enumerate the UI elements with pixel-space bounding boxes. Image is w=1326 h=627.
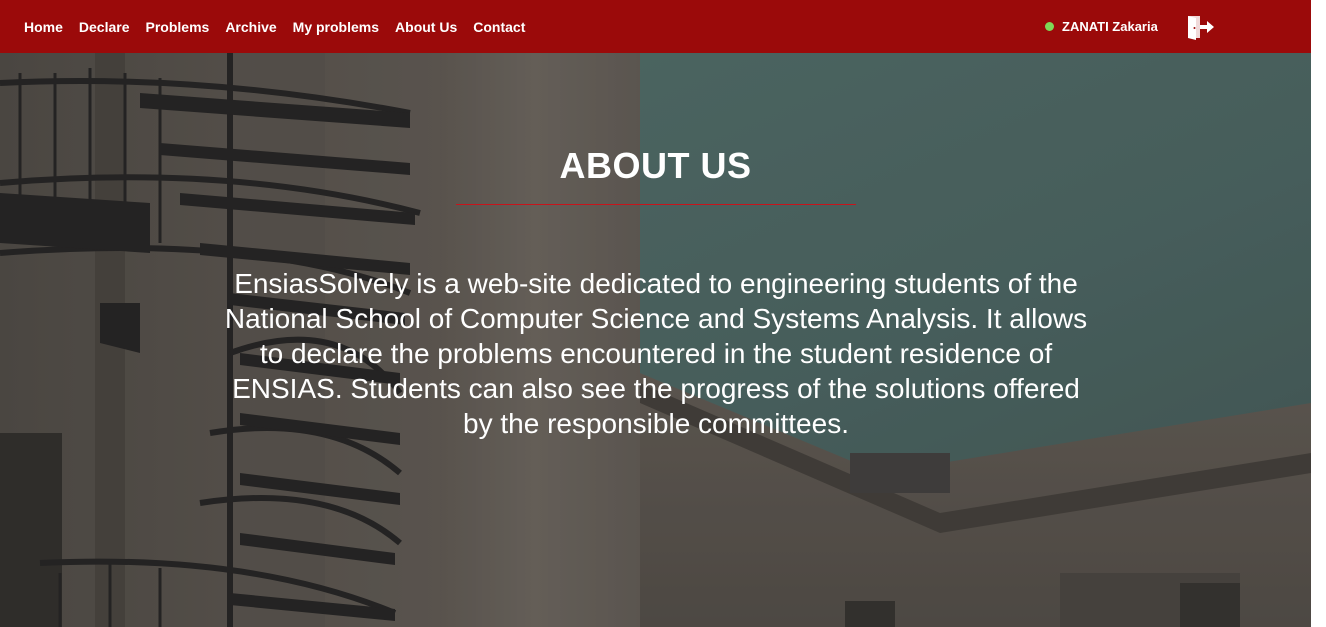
nav-contact-link[interactable]: Contact: [465, 19, 533, 35]
about-us-title: ABOUT US: [559, 145, 752, 186]
page: Home Declare Problems Archive My problem…: [0, 0, 1311, 627]
user-name: ZANATI Zakaria: [1062, 19, 1158, 34]
nav-declare-link[interactable]: Declare: [71, 19, 138, 35]
about-us-description: EnsiasSolvely is a web-site dedicated to…: [224, 268, 1088, 439]
nav-my-problems-link[interactable]: My problems: [285, 19, 387, 35]
user-area: ZANATI Zakaria: [1045, 0, 1158, 53]
nav-archive-link[interactable]: Archive: [217, 19, 284, 35]
hero-section: ABOUT US EnsiasSolvely is a web-site ded…: [0, 53, 1311, 627]
nav-home-link[interactable]: Home: [16, 19, 71, 35]
nav-problems-link[interactable]: Problems: [138, 19, 218, 35]
logout-door-icon[interactable]: [1186, 13, 1216, 41]
online-status-icon: [1045, 22, 1054, 31]
top-navbar: Home Declare Problems Archive My problem…: [0, 0, 1311, 53]
nav-about-us-link[interactable]: About Us: [387, 19, 465, 35]
title-divider: [456, 204, 856, 205]
nav-links: Home Declare Problems Archive My problem…: [16, 0, 533, 53]
